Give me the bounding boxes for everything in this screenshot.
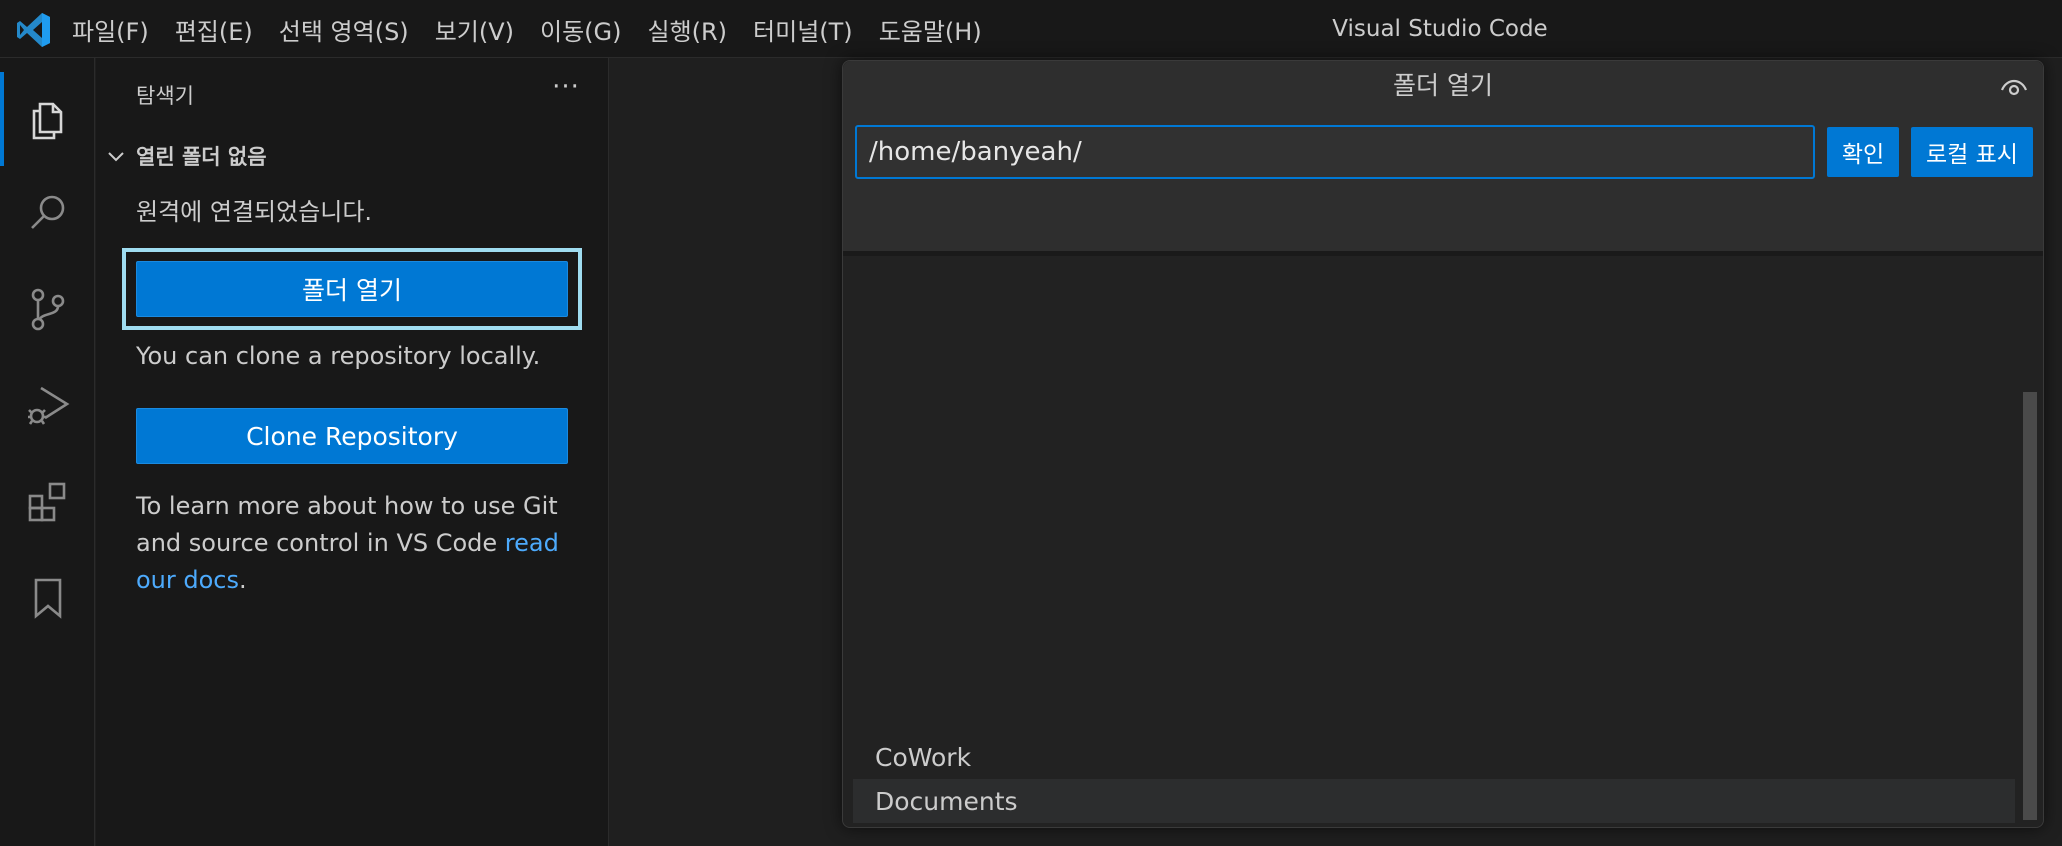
list-item-selected[interactable]: Documents [853,779,2015,823]
activity-bar [0,58,95,846]
ok-button[interactable]: 확인 [1827,127,1899,177]
search-icon [30,195,64,229]
more-actions-icon[interactable]: ··· [546,72,586,108]
menu-bar: 파일(F) 편집(E) 선택 영역(S) 보기(V) 이동(G) 실행(R) 터… [72,0,1008,58]
docs-text-body: To learn more about how to use Git and s… [136,492,558,557]
docs-text: To learn more about how to use Git and s… [136,488,576,599]
menu-terminal[interactable]: 터미널(T) [753,12,853,47]
quick-pick-title: 폴더 열기 [1393,71,1493,100]
chevron-down-icon [108,152,124,162]
menu-selection[interactable]: 선택 영역(S) [279,12,409,47]
menu-help[interactable]: 도움말(H) [879,12,982,47]
menu-run[interactable]: 실행(R) [647,12,727,47]
clone-repository-button[interactable]: Clone Repository [136,408,568,464]
vscode-logo-icon[interactable] [14,10,54,50]
activity-run-debug[interactable] [0,358,95,452]
activity-source-control[interactable] [0,262,95,356]
source-control-icon [31,288,64,331]
files-icon [32,102,62,140]
eye-icon[interactable] [1999,73,2029,99]
open-folder-button[interactable]: 폴더 열기 [136,261,568,317]
show-local-button[interactable]: 로컬 표시 [1911,127,2033,177]
list-item-label: Documents [875,786,1018,816]
section-no-folder[interactable]: 열린 폴더 없음 [104,136,267,176]
folder-path-input[interactable] [855,125,1815,179]
activity-bookmarks[interactable] [0,550,95,644]
menu-go[interactable]: 이동(G) [540,12,621,47]
folder-list: CoWork Documents [843,257,2043,827]
menu-file[interactable]: 파일(F) [72,12,149,47]
divider [843,251,2043,256]
list-item-label: CoWork [875,742,972,772]
activity-extensions[interactable] [0,454,95,548]
open-folder-quick-pick: 폴더 열기 확인 로컬 표시 CoWork Documents [842,60,2044,828]
docs-text-end: . [239,566,247,594]
window-title: Visual Studio Code [1332,16,1548,42]
bookmark-icon [34,578,61,619]
activity-search[interactable] [0,166,95,260]
connected-text: 원격에 연결되었습니다. [136,198,373,226]
explorer-sidebar: 탐색기 ··· 열린 폴더 없음 원격에 연결되었습니다. 폴더 열기 You … [96,58,609,846]
title-bar: 파일(F) 편집(E) 선택 영역(S) 보기(V) 이동(G) 실행(R) 터… [0,0,2062,58]
sidebar-title: 탐색기 [136,84,194,108]
section-label: 열린 폴더 없음 [136,145,267,169]
scrollbar[interactable] [2023,392,2037,820]
run-debug-icon [27,386,69,425]
menu-view[interactable]: 보기(V) [435,12,514,47]
activity-explorer[interactable] [0,72,95,166]
quick-pick-input-row: 확인 로컬 표시 [843,111,2043,256]
clone-text: You can clone a repository locally. [136,342,541,370]
quick-pick-header: 폴더 열기 [843,61,2043,111]
list-item[interactable]: CoWork [853,735,2015,779]
menu-edit[interactable]: 편집(E) [175,12,253,47]
active-indicator [0,72,4,166]
extensions-icon [28,482,65,522]
